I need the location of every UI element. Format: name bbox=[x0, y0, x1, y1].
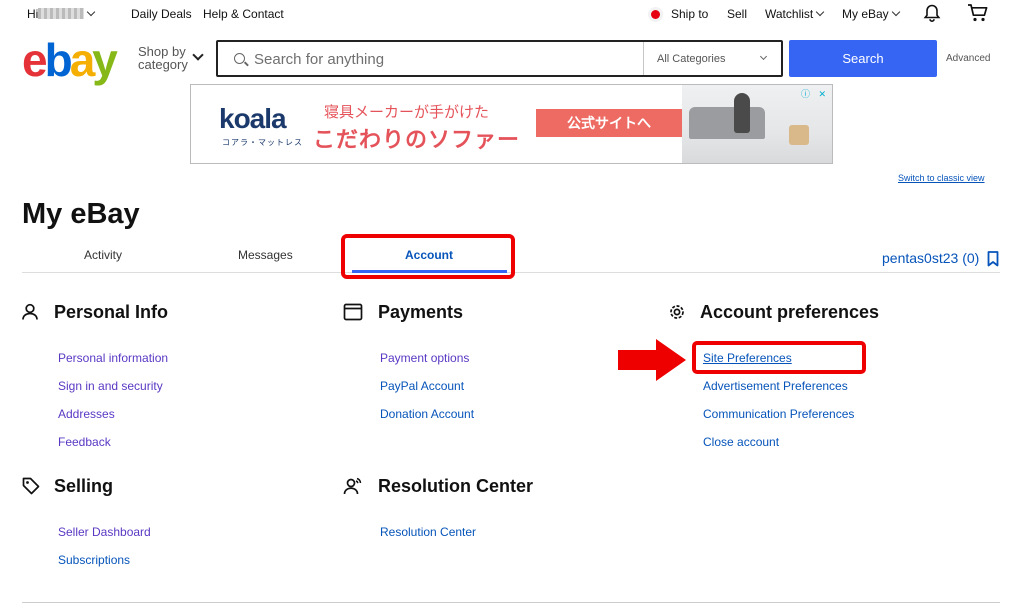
section-title-account-preferences: Account preferences bbox=[700, 302, 880, 322]
personal-information-link[interactable]: Personal information bbox=[58, 351, 168, 365]
chevron-down-icon bbox=[87, 7, 96, 17]
feedback-count: (0) bbox=[962, 250, 980, 266]
search-icon bbox=[234, 53, 245, 64]
highlight-box-site-preferences bbox=[692, 341, 866, 374]
category-select[interactable]: All Categories bbox=[643, 42, 781, 75]
gear-icon bbox=[670, 305, 684, 319]
greeting-label: Hi bbox=[27, 7, 39, 21]
close-account-link[interactable]: Close account bbox=[703, 435, 779, 449]
advertisement-preferences-link[interactable]: Advertisement Preferences bbox=[703, 379, 848, 393]
my-ebay-label: My eBay bbox=[842, 7, 889, 21]
plant-image bbox=[789, 125, 809, 145]
notification-bell-icon[interactable] bbox=[922, 3, 942, 23]
sofa-image bbox=[689, 107, 765, 139]
username-blurred bbox=[38, 8, 85, 19]
page-title: My eBay bbox=[22, 198, 140, 230]
highlight-box-account bbox=[341, 234, 515, 279]
ship-to-label: Ship to bbox=[671, 7, 709, 21]
tag-icon bbox=[22, 477, 40, 495]
my-ebay-menu[interactable]: My eBay bbox=[842, 7, 900, 21]
ad-banner[interactable]: koala コアラ・マットレス 寝具メーカーが手がけた こだわりのソファー 公式… bbox=[190, 84, 833, 164]
category-label: category bbox=[138, 57, 188, 72]
tab-messages[interactable]: Messages bbox=[238, 248, 293, 262]
username: pentas0st23 bbox=[882, 250, 959, 266]
ad-cta-button[interactable]: 公式サイトへ bbox=[536, 109, 682, 137]
category-select-label: All Categories bbox=[657, 53, 726, 65]
section-title-payments: Payments bbox=[378, 302, 464, 322]
seller-dashboard-link[interactable]: Seller Dashboard bbox=[58, 525, 151, 539]
watchlist-label: Watchlist bbox=[765, 7, 814, 21]
koala-logo: koala bbox=[219, 103, 287, 134]
search-button[interactable]: Search bbox=[789, 40, 937, 77]
watchlist-menu[interactable]: Watchlist bbox=[765, 7, 825, 21]
tab-activity[interactable]: Activity bbox=[84, 248, 122, 262]
section-title-selling: Selling bbox=[54, 476, 114, 496]
ship-to-button[interactable]: Ship to bbox=[651, 7, 708, 21]
advanced-search-link[interactable]: Advanced bbox=[946, 53, 990, 64]
ad-choices-icon[interactable]: ⓘ ✕ bbox=[801, 87, 829, 100]
addresses-link[interactable]: Addresses bbox=[58, 407, 115, 421]
section-title-resolution-center: Resolution Center bbox=[378, 476, 534, 496]
sign-in-security-link[interactable]: Sign in and security bbox=[58, 379, 163, 393]
chevron-down-icon bbox=[815, 7, 825, 17]
wallet-icon bbox=[343, 303, 363, 321]
chevron-down-icon bbox=[891, 7, 900, 17]
payment-options-link[interactable]: Payment options bbox=[380, 351, 469, 365]
username-link[interactable]: pentas0st23 (0) bbox=[882, 250, 979, 266]
ad-headline-small: 寝具メーカーが手がけた bbox=[324, 104, 490, 121]
resolution-center-link[interactable]: Resolution Center bbox=[380, 525, 476, 539]
bookmark-icon[interactable] bbox=[987, 251, 999, 267]
chevron-down-icon bbox=[759, 52, 768, 61]
japan-flag-icon bbox=[651, 10, 660, 19]
shop-by-category-button[interactable]: Shop by category bbox=[138, 45, 188, 71]
daily-deals-link[interactable]: Daily Deals bbox=[131, 7, 192, 21]
donation-account-link[interactable]: Donation Account bbox=[380, 407, 474, 421]
top-bar: Hi Daily Deals Help & Contact Ship to Se… bbox=[0, 0, 1024, 28]
help-contact-link[interactable]: Help & Contact bbox=[203, 7, 284, 21]
switch-classic-view-link[interactable]: Switch to classic view bbox=[898, 173, 985, 183]
section-title-personal-info: Personal Info bbox=[54, 302, 169, 322]
person-icon bbox=[22, 303, 38, 320]
bottom-divider bbox=[22, 602, 1000, 603]
sell-link[interactable]: Sell bbox=[727, 7, 747, 21]
ad-headline-large: こだわりのソファー bbox=[313, 127, 521, 152]
person-image bbox=[734, 93, 750, 133]
search-input[interactable] bbox=[254, 48, 634, 70]
chevron-down-icon[interactable] bbox=[192, 49, 204, 61]
search-bar: All Categories bbox=[216, 40, 783, 77]
feedback-link[interactable]: Feedback bbox=[58, 435, 111, 449]
paypal-account-link[interactable]: PayPal Account bbox=[380, 379, 464, 393]
support-person-icon bbox=[343, 477, 362, 495]
greeting-menu[interactable]: Hi bbox=[27, 7, 96, 21]
ebay-logo[interactable]: ebay bbox=[22, 36, 118, 84]
communication-preferences-link[interactable]: Communication Preferences bbox=[703, 407, 854, 421]
red-arrow-icon bbox=[618, 339, 686, 381]
shopping-cart-icon[interactable] bbox=[967, 3, 989, 23]
koala-logo-subtext: コアラ・マットレス bbox=[222, 138, 303, 147]
subscriptions-link[interactable]: Subscriptions bbox=[58, 553, 130, 567]
